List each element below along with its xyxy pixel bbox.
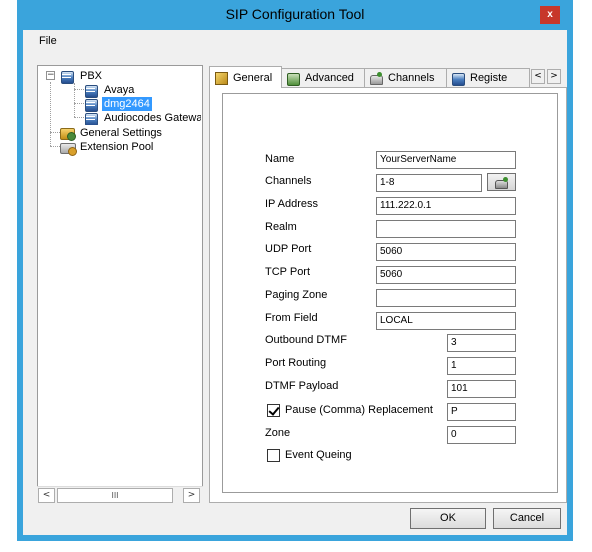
tree-node-label: Avaya xyxy=(104,83,135,96)
settings-icon xyxy=(59,126,76,141)
title-bar[interactable]: SIP Configuration Tool x xyxy=(17,0,573,30)
window-title: SIP Configuration Tool xyxy=(225,6,365,22)
tree-panel[interactable]: − PBX Avaya dmg2464 Audiocodes Gateway G… xyxy=(37,65,203,503)
general-tab-page: Name YourServerName Channels 1-8 IP Addr… xyxy=(209,87,567,503)
tcp-port-label: TCP Port xyxy=(265,266,311,278)
tree-node-pbx[interactable]: PBX xyxy=(59,68,104,84)
realm-label: Realm xyxy=(265,221,297,233)
app-window: SIP Configuration Tool x File − PBX Avay… xyxy=(17,0,573,541)
tree-node-dmg2464[interactable]: dmg2464 xyxy=(83,96,152,112)
name-label: Name xyxy=(265,153,295,165)
channels-icon xyxy=(495,177,509,189)
tree-connector xyxy=(50,82,51,146)
tree-node-label: Extension Pool xyxy=(80,140,154,153)
paging-zone-label: Paging Zone xyxy=(265,289,328,301)
ip-address-label: IP Address xyxy=(265,198,318,210)
event-queing-label: Event Queing xyxy=(285,449,352,461)
tab-label: General xyxy=(233,71,273,84)
database-icon xyxy=(83,111,99,125)
window-client-area: File − PBX Avaya dmg2464 Audiocodes Gate… xyxy=(23,30,567,535)
tab-label: Registe xyxy=(470,72,508,84)
from-field-input[interactable]: LOCAL xyxy=(376,312,516,330)
tree-node-label-selected: dmg2464 xyxy=(102,96,152,111)
outbound-dtmf-field[interactable]: 3 xyxy=(447,334,516,352)
channels-icon xyxy=(369,71,383,85)
scroll-right-button[interactable]: > xyxy=(183,488,200,503)
tab-strip: General Advanced Channels Registe < > xyxy=(209,66,567,88)
menu-bar: File xyxy=(23,30,567,52)
tree-node-label: PBX xyxy=(80,69,103,82)
channels-label: Channels xyxy=(265,175,312,187)
pause-replacement-field[interactable]: P xyxy=(447,403,516,421)
from-field-label: From Field xyxy=(265,312,318,324)
advanced-icon xyxy=(286,72,300,86)
cancel-button[interactable]: Cancel xyxy=(493,508,561,529)
udp-port-label: UDP Port xyxy=(265,243,312,255)
menu-file[interactable]: File xyxy=(39,35,57,47)
port-routing-field[interactable]: 1 xyxy=(447,357,516,375)
ip-address-field[interactable]: 111.222.0.1 xyxy=(376,197,516,215)
udp-port-field[interactable]: 5060 xyxy=(376,243,516,261)
realm-field[interactable] xyxy=(376,220,516,238)
zone-field[interactable]: 0 xyxy=(447,426,516,444)
database-icon xyxy=(83,83,99,98)
tab-advanced[interactable]: Advanced xyxy=(281,68,365,87)
port-routing-label: Port Routing xyxy=(265,357,327,369)
event-queing-checkbox[interactable] xyxy=(267,449,280,462)
tab-channels[interactable]: Channels xyxy=(364,68,447,87)
tree-node-avaya[interactable]: Avaya xyxy=(83,82,136,98)
tree-collapse-icon[interactable]: − xyxy=(46,71,55,80)
channels-field[interactable]: 1-8 xyxy=(376,174,482,192)
ok-button[interactable]: OK xyxy=(410,508,486,529)
settings-group: Name YourServerName Channels 1-8 IP Addr… xyxy=(222,93,558,493)
close-button[interactable]: x xyxy=(540,6,560,24)
tab-label: Advanced xyxy=(305,72,354,84)
tree-node-audiocodes[interactable]: Audiocodes Gateway xyxy=(83,110,201,125)
tree-horizontal-scrollbar[interactable]: < III > xyxy=(37,486,203,503)
general-icon xyxy=(214,71,228,85)
register-icon xyxy=(451,72,465,86)
channels-browse-button[interactable] xyxy=(487,173,516,191)
paging-zone-field[interactable] xyxy=(376,289,516,307)
scroll-thumb[interactable]: III xyxy=(57,488,173,503)
tab-register[interactable]: Registe xyxy=(446,68,530,87)
tcp-port-field[interactable]: 5060 xyxy=(376,266,516,284)
scroll-left-button[interactable]: < xyxy=(38,488,55,503)
name-field[interactable]: YourServerName xyxy=(376,151,516,169)
dtmf-payload-label: DTMF Payload xyxy=(265,380,339,392)
tree-node-label: General Settings xyxy=(80,126,162,139)
dtmf-payload-field[interactable]: 101 xyxy=(447,380,516,398)
tab-scroll-left-button[interactable]: < xyxy=(531,69,545,84)
tab-label: Channels xyxy=(388,72,435,84)
extension-pool-icon xyxy=(59,140,77,156)
tree-node-extension-pool[interactable]: Extension Pool xyxy=(59,139,155,156)
database-icon xyxy=(83,97,99,112)
pause-replacement-checkbox[interactable] xyxy=(267,404,280,417)
tab-general[interactable]: General xyxy=(209,66,282,88)
tree-node-label: Audiocodes Gateway xyxy=(104,111,201,124)
outbound-dtmf-label: Outbound DTMF xyxy=(265,334,347,346)
database-icon xyxy=(59,69,75,84)
tree-node-general-settings[interactable]: General Settings xyxy=(59,125,164,141)
zone-label: Zone xyxy=(265,427,291,439)
tab-scroll-right-button[interactable]: > xyxy=(547,69,561,84)
pause-replacement-label: Pause (Comma) Replacement xyxy=(285,404,433,416)
